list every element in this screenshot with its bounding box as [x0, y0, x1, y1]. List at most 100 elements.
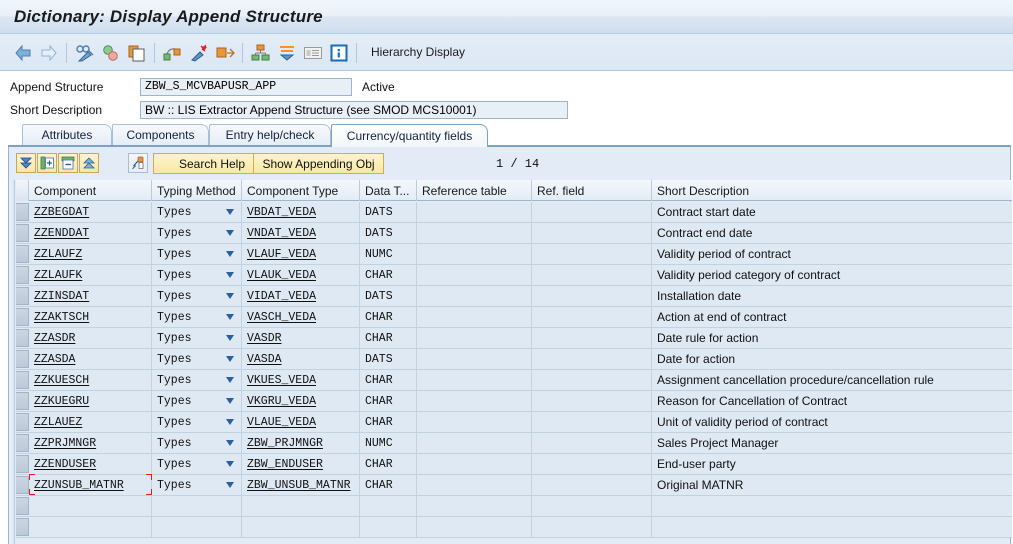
cell-component[interactable]: ZZINSDAT	[29, 286, 152, 306]
cell-typing-method[interactable]	[152, 496, 242, 516]
header-reference-table[interactable]: Reference table	[417, 180, 532, 201]
cell-data-type[interactable]: CHAR	[360, 328, 417, 348]
chevron-down-icon[interactable]	[226, 271, 235, 280]
cell-short-description[interactable]: Contract start date	[652, 202, 1012, 222]
header-short-description[interactable]: Short Description	[652, 180, 1012, 201]
cell-data-type[interactable]: CHAR	[360, 475, 417, 495]
header-component[interactable]: Component	[29, 180, 152, 201]
cell-ref-field[interactable]	[532, 370, 652, 390]
where-used-list-icon[interactable]	[162, 42, 184, 64]
cell-typing-method[interactable]: Types	[152, 475, 242, 495]
cell-reference-table[interactable]	[417, 475, 532, 495]
tab-attributes[interactable]: Attributes	[22, 124, 112, 145]
cell-reference-table[interactable]	[417, 454, 532, 474]
cell-reference-table[interactable]	[417, 391, 532, 411]
cell-ref-field[interactable]	[532, 433, 652, 453]
check-icon[interactable]	[100, 42, 122, 64]
append-icon[interactable]	[276, 42, 298, 64]
cell-data-type[interactable]: CHAR	[360, 454, 417, 474]
cell-reference-table[interactable]	[417, 349, 532, 369]
cell-reference-table[interactable]	[417, 265, 532, 285]
cell-short-description[interactable]: Validity period of contract	[652, 244, 1012, 264]
chevron-down-icon[interactable]	[226, 208, 235, 217]
cell-ref-field[interactable]	[532, 265, 652, 285]
expand-all-icon[interactable]	[79, 153, 99, 173]
cell-component[interactable]	[29, 517, 152, 537]
cell-component[interactable]: ZZKUEGRU	[29, 391, 152, 411]
row-selector[interactable]	[16, 413, 29, 431]
cell-component-type[interactable]	[242, 517, 360, 537]
table-row[interactable]: ZZPRJMNGR Types ZBW_PRJMNGR NUMC Sales Proje…	[16, 433, 1012, 454]
cell-data-type[interactable]: DATS	[360, 223, 417, 243]
cell-ref-field[interactable]	[532, 202, 652, 222]
row-selector[interactable]	[16, 224, 29, 242]
cell-reference-table[interactable]	[417, 286, 532, 306]
collapse-all-icon[interactable]	[16, 153, 36, 173]
cell-short-description[interactable]: Installation date	[652, 286, 1012, 306]
cell-ref-field[interactable]	[532, 475, 652, 495]
cell-ref-field[interactable]	[532, 454, 652, 474]
cell-short-description[interactable]: Assignment cancellation procedure/cancel…	[652, 370, 1012, 390]
cell-ref-field[interactable]	[532, 244, 652, 264]
cell-reference-table[interactable]	[417, 433, 532, 453]
cell-short-description[interactable]: Sales Project Manager	[652, 433, 1012, 453]
cell-data-type[interactable]: NUMC	[360, 433, 417, 453]
cell-reference-table[interactable]	[417, 202, 532, 222]
cell-typing-method[interactable]: Types	[152, 328, 242, 348]
information-icon[interactable]	[328, 42, 350, 64]
chevron-down-icon[interactable]	[226, 313, 235, 322]
cell-short-description[interactable]: Action at end of contract	[652, 307, 1012, 327]
table-row[interactable]: ZZLAUFK Types VLAUK_VEDA CHAR Validity perio…	[16, 265, 1012, 286]
cell-short-description[interactable]: Date rule for action	[652, 328, 1012, 348]
cell-component[interactable]: ZZUNSUB_MATNR	[29, 475, 152, 495]
chevron-down-icon[interactable]	[226, 418, 235, 427]
cell-data-type[interactable]: CHAR	[360, 412, 417, 432]
insert-row-icon[interactable]	[37, 153, 57, 173]
cell-typing-method[interactable]: Types	[152, 265, 242, 285]
cell-component-type[interactable]: VBDAT_VEDA	[242, 202, 360, 222]
cell-component[interactable]: ZZASDA	[29, 349, 152, 369]
chevron-down-icon[interactable]	[226, 397, 235, 406]
cell-component-type[interactable]: VIDAT_VEDA	[242, 286, 360, 306]
cell-component[interactable]	[29, 496, 152, 516]
row-selector[interactable]	[16, 518, 29, 536]
back-icon[interactable]	[12, 42, 34, 64]
cell-component[interactable]: ZZAKTSCH	[29, 307, 152, 327]
delete-row-icon[interactable]	[58, 153, 78, 173]
cell-typing-method[interactable]: Types	[152, 391, 242, 411]
cell-typing-method[interactable]: Types	[152, 349, 242, 369]
cell-typing-method[interactable]: Types	[152, 244, 242, 264]
chevron-down-icon[interactable]	[226, 292, 235, 301]
documentation-icon[interactable]	[302, 42, 324, 64]
row-selector[interactable]	[16, 287, 29, 305]
cell-component[interactable]: ZZBEGDAT	[29, 202, 152, 222]
cell-data-type[interactable]: DATS	[360, 202, 417, 222]
cell-reference-table[interactable]	[417, 244, 532, 264]
cell-typing-method[interactable]: Types	[152, 307, 242, 327]
tab-entry-help-check[interactable]: Entry help/check	[209, 124, 331, 145]
cell-typing-method[interactable]: Types	[152, 412, 242, 432]
cell-reference-table[interactable]	[417, 328, 532, 348]
cell-component[interactable]: ZZENDUSER	[29, 454, 152, 474]
cell-component-type[interactable]: VASCH_VEDA	[242, 307, 360, 327]
cell-reference-table[interactable]	[417, 307, 532, 327]
cell-data-type[interactable]: NUMC	[360, 244, 417, 264]
show-appending-obj-button[interactable]: Show Appending Obj	[253, 153, 384, 174]
table-row[interactable]: ZZKUEGRU Types VKGRU_VEDA CHAR Reason for Ca…	[16, 391, 1012, 412]
cell-component[interactable]: ZZPRJMNGR	[29, 433, 152, 453]
cell-ref-field[interactable]	[532, 328, 652, 348]
cell-component-type[interactable]: VNDAT_VEDA	[242, 223, 360, 243]
cell-component-type[interactable]: VKGRU_VEDA	[242, 391, 360, 411]
chevron-down-icon[interactable]	[226, 481, 235, 490]
chevron-down-icon[interactable]	[226, 460, 235, 469]
cell-component-type[interactable]: ZBW_UNSUB_MATNR	[242, 475, 360, 495]
cell-component-type[interactable]: VASDA	[242, 349, 360, 369]
cell-short-description[interactable]: Date for action	[652, 349, 1012, 369]
chevron-down-icon[interactable]	[226, 355, 235, 364]
display-change-icon[interactable]	[74, 42, 96, 64]
cell-reference-table[interactable]	[417, 223, 532, 243]
cell-typing-method[interactable]: Types	[152, 454, 242, 474]
predefined-type-key-icon[interactable]	[128, 153, 148, 173]
cell-ref-field[interactable]	[532, 307, 652, 327]
cell-ref-field[interactable]	[532, 349, 652, 369]
